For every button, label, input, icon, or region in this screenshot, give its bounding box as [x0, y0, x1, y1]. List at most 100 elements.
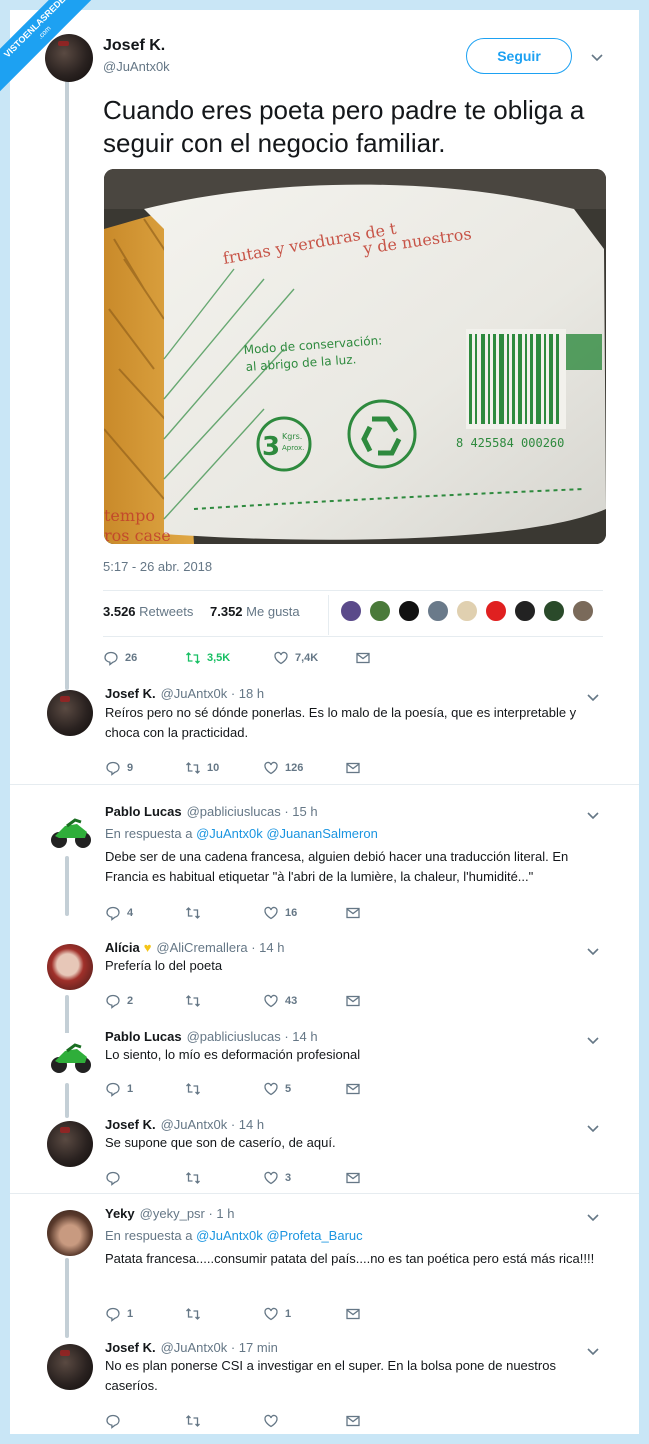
- liker-avatar[interactable]: [485, 600, 507, 622]
- liker-avatar[interactable]: [543, 600, 565, 622]
- message-action[interactable]: [345, 905, 367, 921]
- message-action[interactable]: [345, 760, 367, 776]
- liker-avatar[interactable]: [340, 600, 362, 622]
- reply-action[interactable]: 9: [105, 760, 133, 776]
- author-line[interactable]: Alícia ♥ @AliCremallera · 14 h: [105, 940, 284, 955]
- like-action[interactable]: [263, 1413, 285, 1429]
- chevron-down-icon[interactable]: [586, 808, 600, 822]
- like-action[interactable]: 1: [263, 1306, 291, 1322]
- retweet-action[interactable]: [185, 993, 207, 1009]
- message-action[interactable]: [345, 993, 367, 1009]
- message-action[interactable]: [345, 1413, 367, 1429]
- author-name[interactable]: Josef K.: [105, 686, 156, 701]
- reply-count: 26: [125, 652, 138, 664]
- reply-action[interactable]: [105, 1170, 127, 1186]
- reply-actions: 2 43: [105, 993, 405, 1011]
- like-action[interactable]: 3: [263, 1170, 291, 1186]
- message-action[interactable]: [345, 1306, 367, 1322]
- retweet-action[interactable]: [185, 1170, 207, 1186]
- author-meta[interactable]: @AliCremallera · 14 h: [156, 940, 284, 955]
- message-action[interactable]: [345, 1081, 367, 1097]
- message-action[interactable]: [345, 1170, 367, 1186]
- reply-action[interactable]: 2: [105, 993, 133, 1009]
- avatar[interactable]: [47, 1210, 93, 1256]
- reply-actions: 15: [105, 1081, 405, 1099]
- author-name[interactable]: Josef K.: [103, 37, 165, 55]
- retweet-stats[interactable]: 3.526 Retweets: [103, 604, 193, 619]
- author-meta[interactable]: @JuAntx0k · 14 h: [161, 1117, 265, 1132]
- liker-avatar[interactable]: [456, 600, 478, 622]
- author-meta[interactable]: @JuAntx0k · 17 min: [161, 1340, 278, 1355]
- reply-action[interactable]: [105, 1413, 127, 1429]
- chevron-down-icon[interactable]: [590, 50, 604, 64]
- reply-action[interactable]: 1: [105, 1081, 133, 1097]
- liker-avatar[interactable]: [398, 600, 420, 622]
- like-count: 16: [285, 907, 298, 919]
- avatar[interactable]: [47, 944, 93, 990]
- tweet-photo[interactable]: frutas y verduras de t y de nuestros Mod…: [104, 169, 606, 544]
- like-action[interactable]: 7,4K: [273, 650, 318, 666]
- retweet-count: 3,5K: [207, 652, 231, 664]
- author-name[interactable]: Alícia: [105, 940, 140, 955]
- author-meta[interactable]: @pabliciuslucas · 14 h: [187, 1029, 318, 1044]
- tweet-timestamp[interactable]: 5:17 - 26 abr. 2018: [103, 559, 212, 574]
- retweet-action[interactable]: [185, 1081, 207, 1097]
- author-name[interactable]: Josef K.: [105, 1117, 156, 1132]
- liker-avatar[interactable]: [514, 600, 536, 622]
- reply-actions: 9 10 126: [105, 760, 405, 778]
- reply-action[interactable]: 26: [103, 650, 137, 666]
- reply-text: Prefería lo del poeta: [105, 958, 223, 973]
- reply-users-link[interactable]: @JuAntx0k @Profeta_Baruc: [196, 1228, 363, 1243]
- author-meta[interactable]: @yeky_psr · 1 h: [140, 1206, 235, 1221]
- author-meta[interactable]: @JuAntx0k · 18 h: [161, 686, 265, 701]
- retweet-count: 10: [207, 762, 220, 774]
- author-handle[interactable]: @JuAntx0k: [103, 59, 170, 74]
- author-name[interactable]: Pablo Lucas: [105, 804, 182, 819]
- liker-avatar[interactable]: [369, 600, 391, 622]
- author-name[interactable]: Yeky: [105, 1206, 135, 1221]
- author-line[interactable]: Pablo Lucas @pabliciuslucas · 15 h: [105, 804, 318, 819]
- like-action[interactable]: 16: [263, 905, 297, 921]
- follow-button[interactable]: Seguir: [466, 38, 572, 74]
- thread-line: [65, 856, 69, 916]
- avatar[interactable]: [47, 1121, 93, 1167]
- avatar[interactable]: [47, 808, 93, 854]
- retweet-action[interactable]: [185, 905, 207, 921]
- avatar[interactable]: [45, 34, 93, 82]
- author-line[interactable]: Josef K. @JuAntx0k · 14 h: [105, 1117, 264, 1132]
- author-line[interactable]: Yeky @yeky_psr · 1 h: [105, 1206, 235, 1221]
- envelope-icon: [346, 1415, 360, 1427]
- message-action[interactable]: [355, 650, 377, 666]
- avatar[interactable]: [47, 1033, 93, 1079]
- liker-avatar[interactable]: [427, 600, 449, 622]
- author-line[interactable]: Pablo Lucas @pabliciuslucas · 14 h: [105, 1029, 318, 1044]
- like-action[interactable]: 43: [263, 993, 297, 1009]
- chevron-down-icon[interactable]: [586, 1210, 600, 1224]
- liker-avatar[interactable]: [572, 600, 594, 622]
- avatar[interactable]: [47, 690, 93, 736]
- chevron-down-icon[interactable]: [586, 690, 600, 704]
- retweet-action[interactable]: 3,5K: [185, 650, 230, 666]
- heart-icon: [264, 994, 278, 1008]
- author-name[interactable]: Pablo Lucas: [105, 1029, 182, 1044]
- stats-divider: [328, 595, 329, 635]
- reply-users-link[interactable]: @JuAntx0k @JuananSalmeron: [196, 826, 378, 841]
- reply-text: Lo siento, lo mío es deformación profesi…: [105, 1047, 361, 1062]
- potato-bag-illustration: frutas y verduras de t y de nuestros Mod…: [104, 169, 606, 544]
- like-stats[interactable]: 7.352 Me gusta: [210, 604, 300, 619]
- retweet-action[interactable]: [185, 1306, 207, 1322]
- avatar[interactable]: [47, 1344, 93, 1390]
- author-meta[interactable]: @pabliciuslucas · 15 h: [187, 804, 318, 819]
- envelope-icon: [346, 762, 360, 774]
- like-action[interactable]: 5: [263, 1081, 291, 1097]
- retweet-action[interactable]: 10: [185, 760, 219, 776]
- author-line[interactable]: Josef K. @JuAntx0k · 18 h: [105, 686, 264, 701]
- retweet-icon: [186, 652, 200, 664]
- reply-text: Debe ser de una cadena francesa, alguien…: [105, 849, 569, 884]
- author-line[interactable]: Josef K. @JuAntx0k · 17 min: [105, 1340, 278, 1355]
- author-name[interactable]: Josef K.: [105, 1340, 156, 1355]
- retweet-action[interactable]: [185, 1413, 207, 1429]
- reply-action[interactable]: 4: [105, 905, 133, 921]
- like-action[interactable]: 126: [263, 760, 303, 776]
- reply-action[interactable]: 1: [105, 1306, 133, 1322]
